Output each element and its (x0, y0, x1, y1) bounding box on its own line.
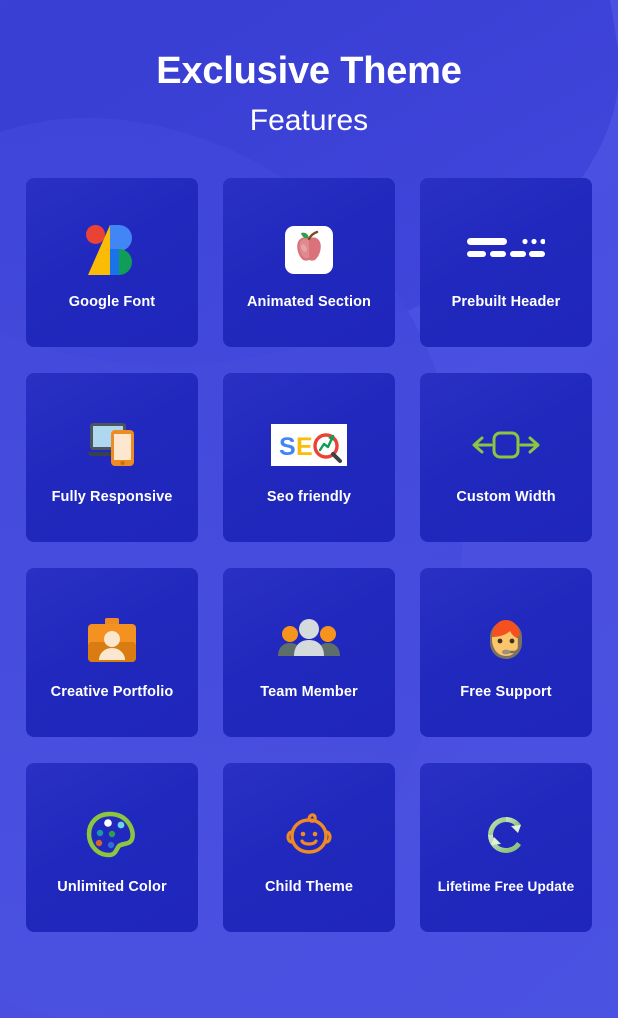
feature-card-prebuilt-header[interactable]: Prebuilt Header (420, 177, 592, 347)
feature-card-unlimited-color[interactable]: Unlimited Color (26, 762, 198, 932)
feature-card-label: Unlimited Color (57, 878, 167, 895)
svg-text:E: E (296, 433, 313, 461)
devices-icon (85, 418, 139, 472)
feature-card-label: Animated Section (246, 293, 372, 310)
header-layout-icon (467, 223, 545, 277)
apple-emoji-icon (285, 223, 333, 277)
feature-card-label: Creative Portfolio (50, 683, 174, 700)
feature-card-label: Team Member (260, 683, 358, 700)
feature-card-label: Lifetime Free Update (437, 878, 575, 894)
refresh-cycle-icon (482, 808, 530, 862)
headset-person-icon (481, 613, 531, 667)
feature-card-label: Seo friendly (266, 488, 352, 505)
feature-card-child-theme[interactable]: Child Theme (223, 762, 395, 932)
feature-card-creative-portfolio[interactable]: Creative Portfolio (26, 567, 198, 737)
google-font-icon (84, 223, 140, 277)
feature-card-free-support[interactable]: Free Support (420, 567, 592, 737)
feature-card-custom-width[interactable]: Custom Width (420, 372, 592, 542)
horizontal-resize-icon (471, 418, 541, 472)
feature-card-label: Fully Responsive (51, 488, 173, 505)
feature-card-label: Free Support (460, 683, 552, 700)
color-palette-icon (86, 808, 138, 862)
page-subtitle: Features (249, 103, 369, 137)
briefcase-person-icon (85, 613, 139, 667)
feature-card-google-font[interactable]: Google Font (26, 177, 198, 347)
feature-card-label: Prebuilt Header (451, 293, 561, 310)
baby-face-icon (283, 808, 335, 862)
feature-card-label: Google Font (68, 293, 156, 310)
feature-card-animated-section[interactable]: Animated Section (223, 177, 395, 347)
feature-card-seo-friendly[interactable]: S E Seo friendly (223, 372, 395, 542)
seo-logo-icon: S E (271, 418, 347, 472)
feature-card-label: Child Theme (264, 878, 354, 895)
feature-card-fully-responsive[interactable]: Fully Responsive (26, 372, 198, 542)
people-group-icon (278, 613, 340, 667)
page-title: Exclusive Theme (156, 50, 462, 92)
feature-showcase-page: Exclusive Theme Features Google Font Ani… (0, 0, 618, 1018)
svg-text:S: S (279, 433, 296, 461)
feature-card-team-member[interactable]: Team Member (223, 567, 395, 737)
feature-grid: Google Font Animated Section Prebuilt He… (26, 137, 592, 932)
feature-card-label: Custom Width (456, 488, 556, 505)
feature-card-lifetime-free-update[interactable]: Lifetime Free Update (420, 762, 592, 932)
page-header: Exclusive Theme Features (0, 0, 618, 137)
